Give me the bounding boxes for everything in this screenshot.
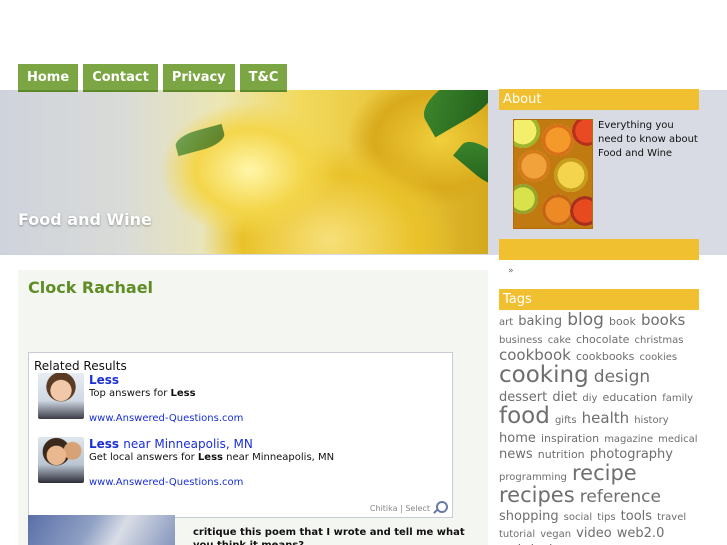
tag-link[interactable]: social xyxy=(564,512,593,523)
empty-widget-heading xyxy=(499,239,699,260)
tag-link[interactable]: magazine xyxy=(604,434,653,445)
result-desc-prefix: Top answers for xyxy=(89,388,171,399)
tag-link[interactable]: reference xyxy=(580,487,661,507)
support-agent-avatar[interactable] xyxy=(38,373,84,419)
related-results-heading: Related Results xyxy=(34,359,127,373)
result-title-rest[interactable]: near Minneapolis, MN xyxy=(123,437,253,451)
tag-link[interactable]: books xyxy=(641,311,685,329)
tag-link[interactable]: recipes xyxy=(499,483,575,507)
tag-link[interactable]: christmas xyxy=(635,335,684,346)
magnifier-icon[interactable] xyxy=(433,501,448,515)
leaf-decoration xyxy=(173,123,227,157)
result-desc-suffix: near Minneapolis, MN xyxy=(222,452,335,463)
tag-link[interactable]: shopping xyxy=(499,509,559,524)
tag-link[interactable]: diet xyxy=(552,390,577,405)
tag-link[interactable]: history xyxy=(634,415,668,427)
tag-link[interactable]: tutorial xyxy=(499,529,535,540)
citrus-slices-image xyxy=(513,119,593,229)
tag-link[interactable]: medical xyxy=(658,434,697,445)
post-title[interactable]: Clock Rachael xyxy=(28,278,153,297)
tag-link[interactable]: nutrition xyxy=(538,448,585,461)
related-results-box: Related Results Less Top answers for Les… xyxy=(28,352,453,518)
result-title-link[interactable]: Less xyxy=(89,373,119,387)
about-text: Everything you need to know about Food a… xyxy=(598,120,698,159)
tag-link[interactable]: education xyxy=(603,391,658,404)
tag-link[interactable]: vegan xyxy=(540,529,571,540)
nav-home[interactable]: Home xyxy=(18,64,79,92)
tag-link[interactable]: design xyxy=(594,367,650,387)
nav-terms[interactable]: T&C xyxy=(239,64,288,92)
tag-link[interactable]: baking xyxy=(518,314,562,329)
chitika-select[interactable]: Chitika | Select xyxy=(370,501,448,515)
tag-link[interactable]: tools xyxy=(621,509,652,524)
leaf-decoration xyxy=(453,133,488,195)
result-url[interactable]: www.Answered-Questions.com xyxy=(89,413,243,424)
result-description: Top answers for Less xyxy=(89,388,196,399)
tag-link[interactable]: business xyxy=(499,335,543,346)
tag-link[interactable]: photography xyxy=(590,447,673,462)
tag-link[interactable]: inspiration xyxy=(541,432,599,445)
empty-widget-marker: » xyxy=(508,266,514,276)
result-desc-keyword: Less xyxy=(170,388,196,399)
about-heading: About xyxy=(499,89,699,110)
tag-link[interactable]: health xyxy=(582,409,629,427)
result-title[interactable]: Less xyxy=(89,373,119,387)
sidebar: About Everything you need to know about … xyxy=(496,88,706,545)
nav-contact[interactable]: Contact xyxy=(83,64,158,92)
result-url[interactable]: www.Answered-Questions.com xyxy=(89,477,243,488)
tag-link[interactable]: video xyxy=(576,526,612,541)
tag-link[interactable]: cookbook xyxy=(499,346,571,364)
tag-link[interactable]: recipe xyxy=(572,461,637,485)
tag-link[interactable]: gifts xyxy=(555,415,577,427)
post-thumbnail[interactable] xyxy=(28,515,175,545)
result-title-link[interactable]: Less near Minneapolis, MN xyxy=(89,437,253,451)
leaf-decoration xyxy=(415,90,488,138)
tag-link[interactable]: dessert xyxy=(499,390,547,405)
result-description: Get local answers for Less near Minneapo… xyxy=(89,452,334,463)
nav-privacy[interactable]: Privacy xyxy=(162,64,235,92)
tag-link[interactable]: tips xyxy=(597,512,615,523)
second-post-title[interactable]: critique this poem that I wrote and tell… xyxy=(193,526,483,545)
tag-link[interactable]: cake xyxy=(548,335,571,346)
support-agent-avatar[interactable] xyxy=(38,437,84,483)
tag-link[interactable]: travel xyxy=(657,512,686,523)
tag-link[interactable]: blog xyxy=(567,310,604,330)
main-nav: Home Contact Privacy T&C xyxy=(18,64,288,92)
chitika-label[interactable]: Chitika | Select xyxy=(370,504,430,513)
tag-link[interactable]: art xyxy=(499,317,513,328)
tag-link[interactable]: diy xyxy=(582,393,597,404)
tag-link[interactable]: home xyxy=(499,431,536,446)
tag-link[interactable]: food xyxy=(499,403,550,429)
tag-link[interactable]: family xyxy=(662,393,693,404)
tag-link[interactable]: programming xyxy=(499,472,567,483)
tags-heading: Tags xyxy=(499,289,699,310)
tag-link[interactable]: cooking xyxy=(499,362,589,388)
tag-link[interactable]: book xyxy=(609,315,636,328)
site-title[interactable]: Food and Wine xyxy=(18,210,152,229)
tag-link[interactable]: cookies xyxy=(639,352,677,363)
tag-link[interactable]: web2.0 xyxy=(617,526,665,541)
tag-link[interactable]: news xyxy=(499,447,533,462)
result-desc-prefix: Get local answers for xyxy=(89,452,198,463)
related-result: Less Top answers for Less www.Answered-Q… xyxy=(38,373,448,425)
tag-link[interactable]: chocolate xyxy=(576,333,629,346)
related-result: Less near Minneapolis, MN Get local answ… xyxy=(38,437,448,489)
page: Food and Wine Home Contact Privacy T&C C… xyxy=(0,0,727,545)
result-title[interactable]: Less xyxy=(89,437,119,451)
main-content: Clock Rachael Related Results Less Top a… xyxy=(18,270,488,545)
result-desc-keyword: Less xyxy=(197,452,223,463)
header-banner-image xyxy=(0,90,488,254)
tag-cloud: art baking blog book books business cake… xyxy=(499,310,699,545)
tag-link[interactable]: cookbooks xyxy=(576,350,634,363)
